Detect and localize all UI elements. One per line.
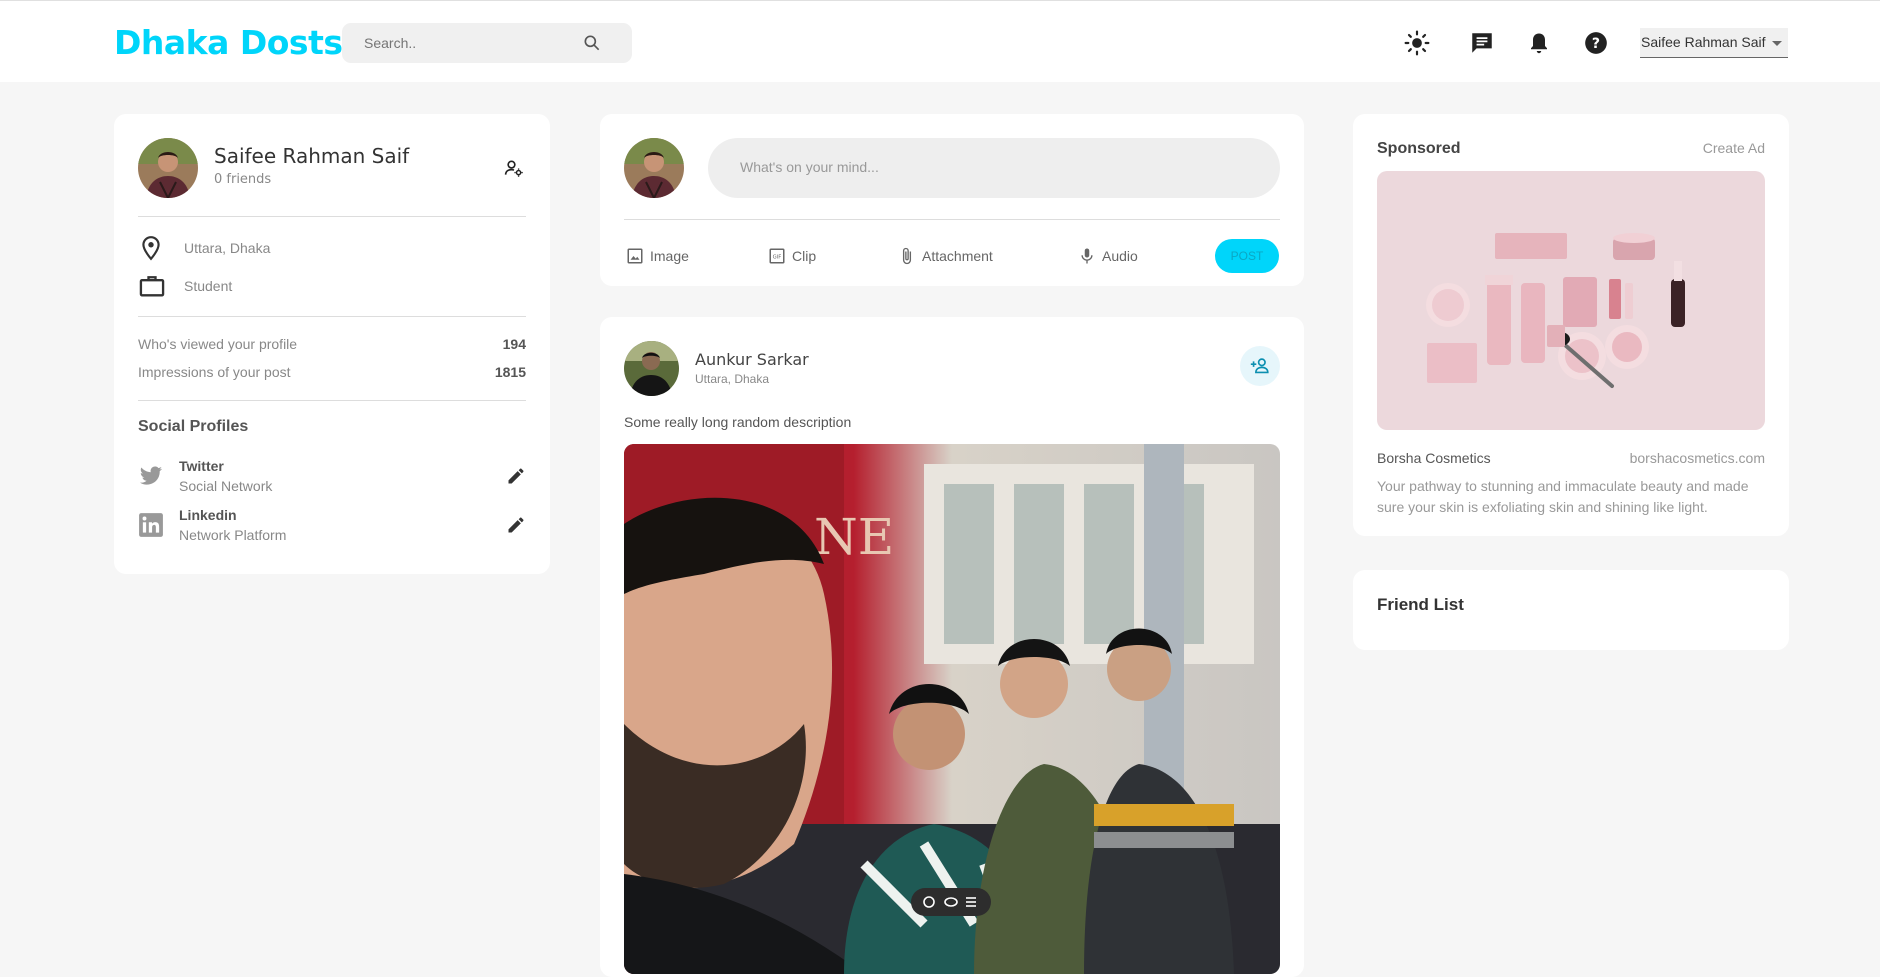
microphone-icon: [1081, 248, 1093, 264]
paperclip-icon: [902, 247, 912, 265]
post-photo[interactable]: NE: [624, 444, 1280, 974]
divider: [138, 216, 526, 217]
light-mode-icon[interactable]: [1404, 30, 1430, 56]
attachment-button[interactable]: Attachment: [898, 247, 993, 265]
social-name[interactable]: Linkedin: [179, 507, 237, 523]
profile-name[interactable]: Saifee Rahman Saif: [214, 144, 409, 168]
ad-brand[interactable]: Borsha Cosmetics: [1377, 450, 1491, 466]
divider: [138, 400, 526, 401]
profile-friends-count: 0 friends: [214, 172, 272, 187]
add-friend-button[interactable]: [1240, 346, 1280, 386]
profile-card: Saifee Rahman Saif 0 friends Uttara, Dha…: [114, 114, 550, 574]
ad-url[interactable]: borshacosmetics.com: [1553, 450, 1765, 466]
profile-avatar[interactable]: [138, 138, 198, 198]
friend-list-title: Friend List: [1377, 595, 1464, 614]
image-label: Image: [650, 248, 689, 264]
post-author-name[interactable]: Aunkur Sarkar: [695, 350, 809, 369]
attachment-label: Attachment: [922, 248, 993, 264]
post-button[interactable]: POST: [1215, 239, 1279, 273]
notification-bell-icon[interactable]: [1526, 30, 1552, 56]
social-sub: Network Platform: [179, 527, 287, 543]
stat-value: 1815: [494, 364, 526, 380]
post-author-avatar[interactable]: [624, 341, 679, 396]
divider: [138, 316, 526, 317]
svg-text:NE: NE: [814, 508, 894, 566]
user-dropdown[interactable]: Saifee Rahman Saif: [1640, 28, 1788, 58]
post-description: Some really long random description: [624, 414, 852, 430]
stat-label: Who's viewed your profile: [138, 336, 298, 352]
stat-label: Impressions of your post: [138, 364, 291, 380]
location-icon: [138, 234, 164, 266]
feed-post: Aunkur Sarkar Uttara, Dhaka Some really …: [600, 317, 1304, 977]
svg-text:GIF: GIF: [773, 254, 782, 260]
top-navbar: Dhaka Dosts ? Saifee Rahman Saif: [0, 0, 1880, 82]
friend-list-card: Friend List: [1353, 570, 1789, 650]
svg-text:?: ?: [1592, 36, 1600, 52]
create-ad-link[interactable]: Create Ad: [1673, 140, 1765, 156]
edit-icon[interactable]: [506, 466, 526, 490]
post-input[interactable]: What's on your mind...: [708, 138, 1280, 198]
sponsored-card: Sponsored Create Ad Borsha Cosmetics bor…: [1353, 114, 1789, 536]
search-box: [342, 23, 632, 63]
app-logo[interactable]: Dhaka Dosts: [114, 23, 343, 62]
audio-label: Audio: [1102, 248, 1138, 264]
image-icon: [627, 248, 643, 264]
divider: [624, 219, 1280, 220]
chevron-down-icon: [1772, 41, 1782, 46]
audio-button[interactable]: Audio: [1078, 247, 1138, 265]
search-icon[interactable]: [582, 33, 602, 53]
post-input-placeholder: What's on your mind...: [740, 159, 879, 175]
profile-location: Uttara, Dhaka: [184, 240, 271, 256]
clip-button[interactable]: GIF Clip: [768, 247, 816, 265]
stat-value: 194: [502, 336, 526, 352]
profile-occupation: Student: [184, 278, 233, 294]
help-icon[interactable]: ?: [1583, 30, 1609, 56]
twitter-icon: [138, 464, 164, 492]
user-dropdown-label: Saifee Rahman Saif: [1641, 34, 1766, 50]
message-icon[interactable]: [1469, 30, 1495, 56]
clip-label: Clip: [792, 248, 817, 264]
linkedin-icon: [138, 512, 164, 542]
work-icon: [138, 272, 166, 304]
social-profiles-heading: Social Profiles: [138, 418, 249, 435]
composer-avatar: [624, 138, 684, 198]
ad-text: Your pathway to stunning and immaculate …: [1377, 478, 1749, 515]
search-input[interactable]: [364, 23, 584, 63]
edit-icon[interactable]: [506, 515, 526, 539]
post-composer: What's on your mind... Image GIF Clip At…: [600, 114, 1304, 286]
social-sub: Social Network: [179, 478, 273, 494]
person-add-icon: [1250, 358, 1269, 374]
sponsored-title: Sponsored: [1377, 140, 1461, 157]
manage-account-icon[interactable]: [504, 158, 524, 182]
post-author-location: Uttara, Dhaka: [695, 372, 770, 386]
gif-icon: GIF: [769, 248, 785, 264]
social-name[interactable]: Twitter: [179, 458, 224, 474]
ad-image[interactable]: [1377, 171, 1765, 430]
image-button[interactable]: Image: [626, 247, 689, 265]
